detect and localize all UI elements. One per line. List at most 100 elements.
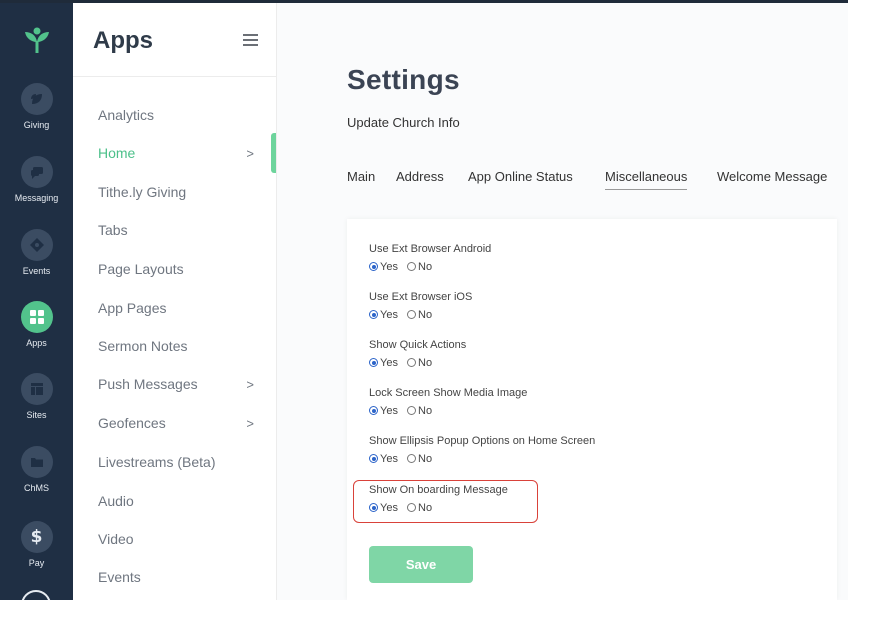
rail-item-label: Events	[22, 266, 51, 276]
sidebar-item-label: Push Messages	[98, 376, 198, 392]
sidebar-header: Apps	[73, 3, 276, 77]
rail-item-pay[interactable]: $ Pay	[0, 521, 73, 568]
no-radio[interactable]	[407, 406, 417, 415]
yes-radio[interactable]	[369, 454, 378, 463]
no-label: No	[418, 357, 433, 369]
leaf-icon	[20, 83, 53, 115]
sidebar-item-home[interactable]: Home >	[98, 145, 268, 161]
app-window: Giving Messaging Events Apps Sites ChMS …	[0, 0, 848, 600]
yes-no-radio-group: Yes No	[369, 309, 472, 321]
yes-no-radio-group: Yes No	[369, 405, 527, 417]
setting-lock-screen-media: Lock Screen Show Media Image Yes No	[369, 387, 527, 417]
rail-item-label: ChMS	[23, 483, 49, 493]
sidebar-item-label: Home	[98, 145, 136, 161]
setting-ext-browser-ios: Use Ext Browser iOS Yes No	[369, 291, 472, 321]
setting-quick-actions: Show Quick Actions Yes No	[369, 339, 466, 369]
yes-radio[interactable]	[369, 406, 378, 415]
page-subtitle: Update Church Info	[347, 115, 460, 130]
setting-ellipsis-popup: Show Ellipsis Popup Options on Home Scre…	[369, 435, 595, 465]
setting-label: Use Ext Browser iOS	[369, 291, 473, 303]
sidebar-item-label: Events	[98, 569, 141, 585]
sidebar-item-sermon-notes[interactable]: Sermon Notes	[98, 338, 268, 354]
sidebar-item-audio[interactable]: Audio	[98, 493, 268, 509]
ticket-icon	[20, 229, 53, 261]
yes-no-radio-group: Yes No	[369, 261, 491, 273]
rail-item-label: Sites	[26, 410, 47, 420]
apps-sidebar: Apps Analytics Home > Tithe.ly Giving Ta…	[73, 3, 277, 600]
setting-label: Show Ellipsis Popup Options on Home Scre…	[369, 435, 596, 447]
sidebar-item-label: Geofences	[98, 415, 166, 431]
no-label: No	[418, 453, 433, 465]
no-radio[interactable]	[407, 310, 417, 319]
rail-item-label: Messaging	[14, 193, 59, 203]
sidebar-item-label: Sermon Notes	[98, 338, 188, 354]
sidebar-item-label: Audio	[98, 493, 134, 509]
settings-card: Use Ext Browser Android Yes No Use Ext B…	[347, 219, 837, 600]
sidebar-item-label: Video	[98, 531, 134, 547]
yes-label: Yes	[380, 405, 398, 417]
product-rail: Giving Messaging Events Apps Sites ChMS …	[0, 3, 73, 600]
rail-item-giving[interactable]: Giving	[0, 83, 73, 130]
rail-item-label: Pay	[28, 558, 45, 568]
yes-label: Yes	[380, 261, 398, 273]
chevron-right-icon: >	[246, 377, 254, 392]
rail-item-messaging[interactable]: Messaging	[0, 156, 73, 203]
chat-icon	[20, 156, 53, 188]
setting-label: Lock Screen Show Media Image	[369, 387, 528, 399]
rail-item-label: Apps	[26, 338, 47, 348]
grid-icon	[20, 301, 53, 333]
tab-welcome-message[interactable]: Welcome Message	[717, 169, 827, 184]
tab-address[interactable]: Address	[396, 169, 444, 184]
no-radio[interactable]	[407, 358, 417, 367]
sidebar-item-label: Livestreams (Beta)	[98, 454, 216, 470]
chevron-right-icon: >	[246, 146, 254, 161]
active-item-indicator	[271, 133, 276, 173]
highlight-annotation-box	[353, 480, 538, 523]
no-label: No	[418, 309, 433, 321]
yes-label: Yes	[380, 357, 398, 369]
menu-toggle-icon[interactable]	[243, 34, 258, 46]
tab-miscellaneous[interactable]: Miscellaneous	[605, 169, 688, 190]
sidebar-item-label: Tithe.ly Giving	[98, 184, 187, 200]
sidebar-item-tithely-giving[interactable]: Tithe.ly Giving	[98, 184, 268, 200]
yes-radio[interactable]	[369, 262, 378, 271]
yes-label: Yes	[380, 309, 398, 321]
sidebar-item-label: Tabs	[98, 222, 128, 238]
logo-sprout-icon	[25, 27, 49, 53]
no-label: No	[418, 261, 433, 273]
top-border	[0, 0, 848, 3]
no-label: No	[418, 405, 433, 417]
no-radio[interactable]	[407, 454, 417, 463]
yes-radio[interactable]	[369, 358, 378, 367]
tab-main[interactable]: Main	[347, 169, 375, 184]
sidebar-item-label: Page Layouts	[98, 261, 184, 277]
sidebar-item-events[interactable]: Events	[98, 569, 268, 585]
setting-label: Show Quick Actions	[369, 339, 467, 351]
yes-radio[interactable]	[369, 310, 378, 319]
sidebar-item-livestreams[interactable]: Livestreams (Beta)	[98, 454, 268, 470]
layout-icon	[20, 373, 53, 405]
sidebar-item-tabs[interactable]: Tabs	[98, 222, 268, 238]
sidebar-item-label: App Pages	[98, 300, 167, 316]
rail-item-events[interactable]: Events	[0, 229, 73, 276]
rail-item-apps[interactable]: Apps	[0, 301, 73, 348]
save-button[interactable]: Save	[369, 546, 473, 583]
sidebar-item-page-layouts[interactable]: Page Layouts	[98, 261, 268, 277]
yes-label: Yes	[380, 453, 398, 465]
no-radio[interactable]	[407, 262, 417, 271]
rail-item-chms[interactable]: ChMS	[0, 446, 73, 493]
sidebar-item-analytics[interactable]: Analytics	[98, 107, 268, 123]
page-title: Settings	[347, 64, 460, 95]
folder-icon	[20, 446, 53, 478]
rail-item-sites[interactable]: Sites	[0, 373, 73, 420]
sidebar-item-push-messages[interactable]: Push Messages >	[98, 376, 268, 392]
setting-ext-browser-android: Use Ext Browser Android Yes No	[369, 243, 491, 273]
sidebar-item-geofences[interactable]: Geofences >	[98, 415, 268, 431]
chevron-right-icon: >	[246, 416, 254, 431]
tab-app-online-status[interactable]: App Online Status	[468, 169, 573, 184]
sidebar-title: Apps	[93, 27, 153, 54]
sidebar-item-video[interactable]: Video	[98, 531, 268, 547]
help-icon[interactable]	[21, 590, 51, 600]
sidebar-item-app-pages[interactable]: App Pages	[98, 300, 268, 316]
yes-no-radio-group: Yes No	[369, 357, 466, 369]
